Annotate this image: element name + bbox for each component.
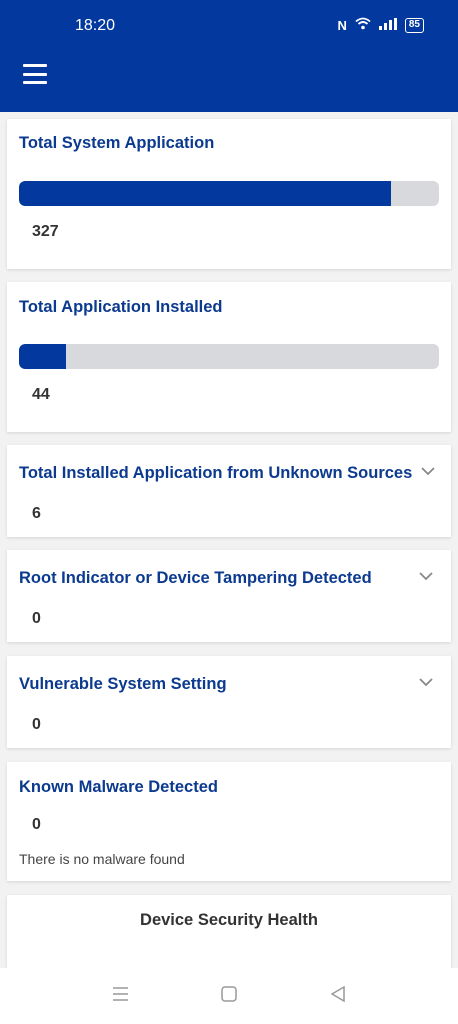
card-title: Total Installed Application from Unknown… [19, 464, 413, 482]
progress-fill [19, 344, 67, 369]
app-bar: 18:20 N 85 [0, 0, 458, 112]
security-health-card: Device Security Health [7, 895, 451, 968]
system-nav-bar [0, 968, 458, 1024]
battery-icon: 85 [404, 17, 424, 33]
wifi-icon [355, 17, 371, 33]
status-icons: N 85 [337, 17, 424, 33]
card-value: 327 [32, 223, 59, 240]
installed-apps-card: Total Application Installed 44 [7, 282, 451, 432]
unknown-sources-card[interactable]: Total Installed Application from Unknown… [7, 445, 451, 537]
system-apps-card: Total System Application 327 [7, 119, 451, 269]
home-icon[interactable] [221, 986, 237, 1007]
card-value: 6 [32, 505, 41, 522]
root-indicator-card[interactable]: Root Indicator or Device Tampering Detec… [7, 550, 451, 642]
chevron-down-icon[interactable] [421, 467, 435, 479]
recents-icon[interactable] [112, 986, 129, 1007]
vulnerable-setting-card[interactable]: Vulnerable System Setting 0 [7, 656, 451, 748]
signal-icon [378, 17, 397, 33]
card-title: Known Malware Detected [19, 778, 218, 796]
card-title: Total Application Installed [19, 298, 223, 316]
card-value: 44 [32, 386, 50, 403]
malware-card: Known Malware Detected 0 There is no mal… [7, 762, 451, 881]
chevron-down-icon[interactable] [419, 678, 433, 690]
status-time: 18:20 [75, 17, 116, 34]
back-icon[interactable] [330, 985, 345, 1007]
chevron-down-icon[interactable] [419, 572, 433, 584]
card-value: 0 [32, 610, 41, 627]
progress-fill [19, 181, 391, 206]
nfc-icon: N [337, 17, 347, 33]
menu-icon[interactable] [23, 64, 47, 84]
progress-track [19, 181, 439, 206]
card-value: 0 [32, 716, 41, 733]
section-title: Device Security Health [140, 911, 318, 929]
card-value: 0 [32, 816, 41, 833]
card-title: Total System Application [19, 134, 215, 152]
card-title: Vulnerable System Setting [19, 675, 227, 693]
progress-track [19, 344, 439, 369]
malware-note: There is no malware found [19, 851, 185, 867]
card-title: Root Indicator or Device Tampering Detec… [19, 569, 372, 587]
